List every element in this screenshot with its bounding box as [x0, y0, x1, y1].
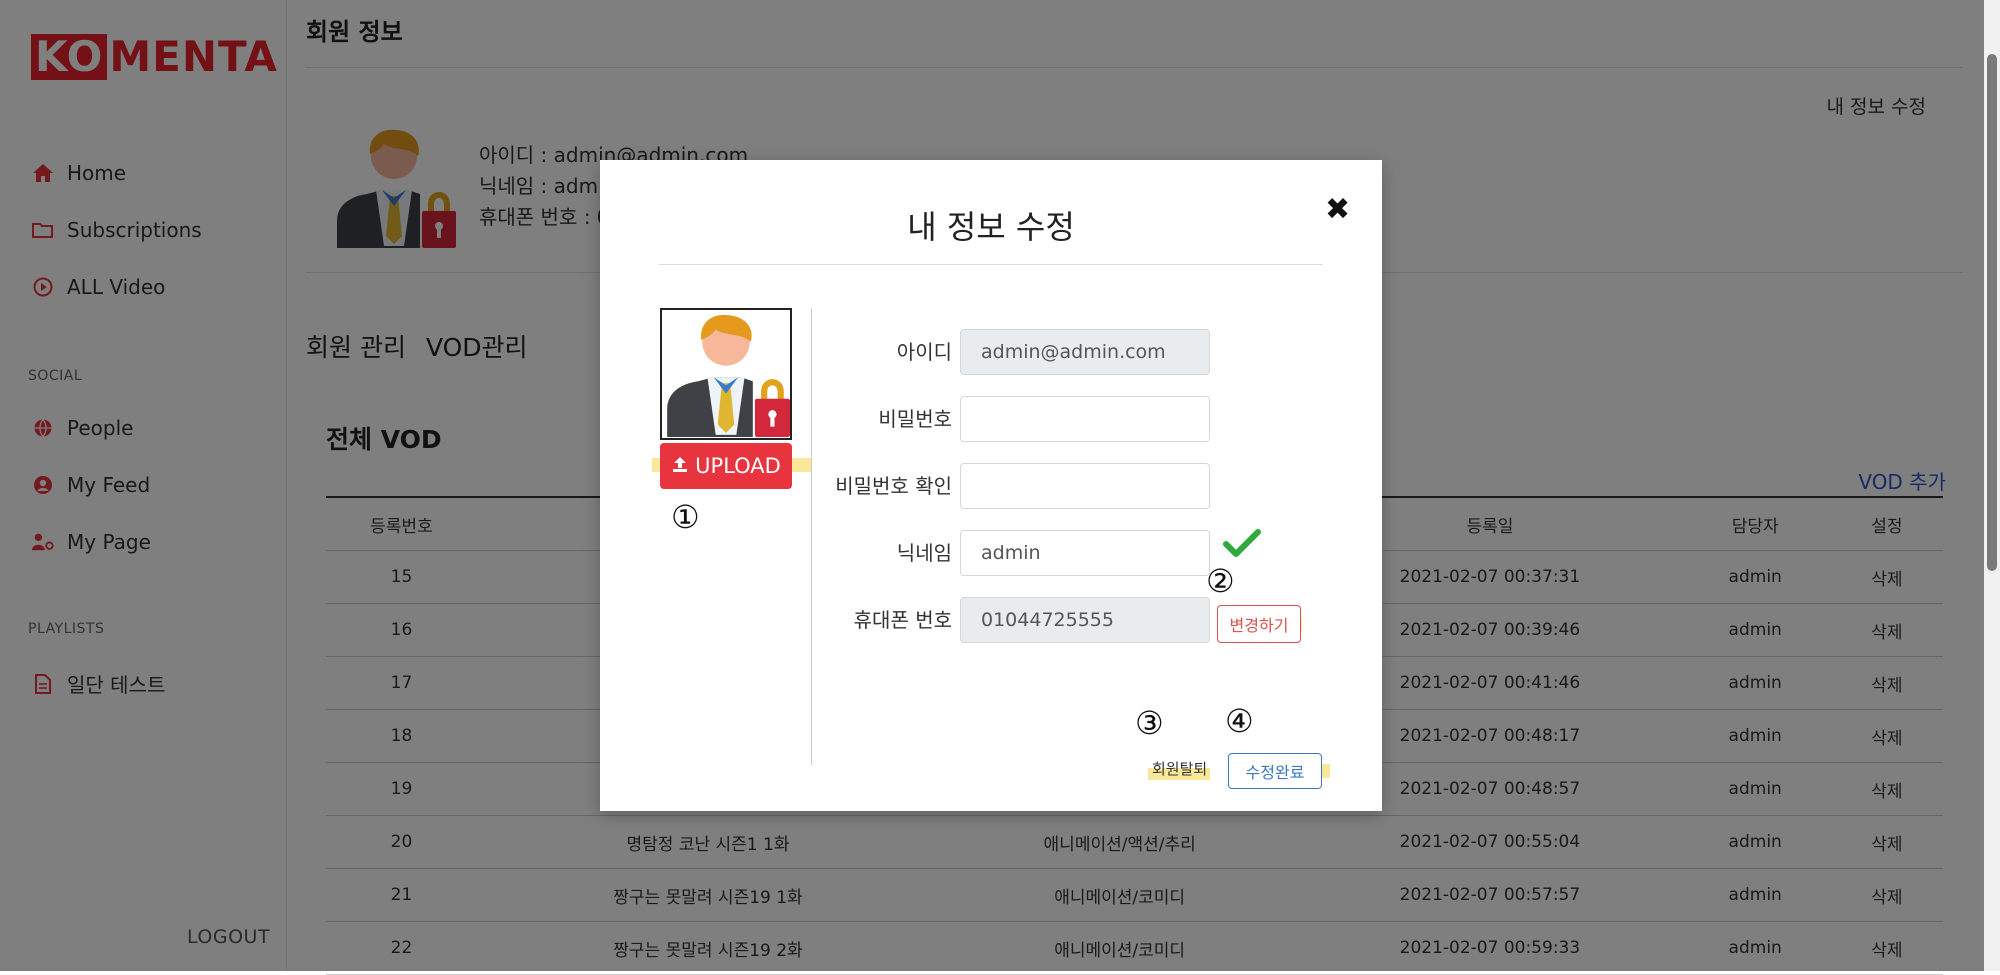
password-field[interactable] [960, 396, 1210, 442]
id-field [960, 329, 1210, 375]
id-label: 아이디 [896, 340, 952, 364]
password-confirm-label: 비밀번호 확인 [835, 474, 952, 498]
save-button[interactable]: 수정완료 [1228, 753, 1322, 789]
phone-field [960, 597, 1210, 643]
upload-icon [671, 454, 689, 478]
nickname-field[interactable] [960, 530, 1210, 576]
marker-2: ② [1206, 562, 1235, 600]
change-phone-button[interactable]: 변경하기 [1217, 605, 1301, 643]
modal-title: 내 정보 수정 [907, 208, 1075, 246]
password-label: 비밀번호 [878, 407, 952, 431]
nickname-label: 닉네임 [896, 541, 952, 565]
password-confirm-field[interactable] [960, 463, 1210, 509]
marker-1: ① [671, 498, 700, 536]
withdraw-button[interactable]: 회원탈퇴 [1146, 757, 1213, 780]
scrollbar-thumb[interactable] [1987, 54, 1997, 571]
marker-3: ③ [1135, 704, 1164, 742]
check-icon [1223, 528, 1261, 562]
divider [659, 264, 1323, 265]
scrollbar[interactable] [1984, 0, 2000, 971]
phone-label: 휴대폰 번호 [853, 608, 952, 632]
marker-4: ④ [1225, 702, 1254, 740]
edit-profile-modal: 내 정보 수정 ✖ UPLOAD ① 아이디 비밀번호 비밀번호 확인 닉네임 … [600, 160, 1382, 811]
close-icon[interactable]: ✖ [1325, 192, 1350, 227]
